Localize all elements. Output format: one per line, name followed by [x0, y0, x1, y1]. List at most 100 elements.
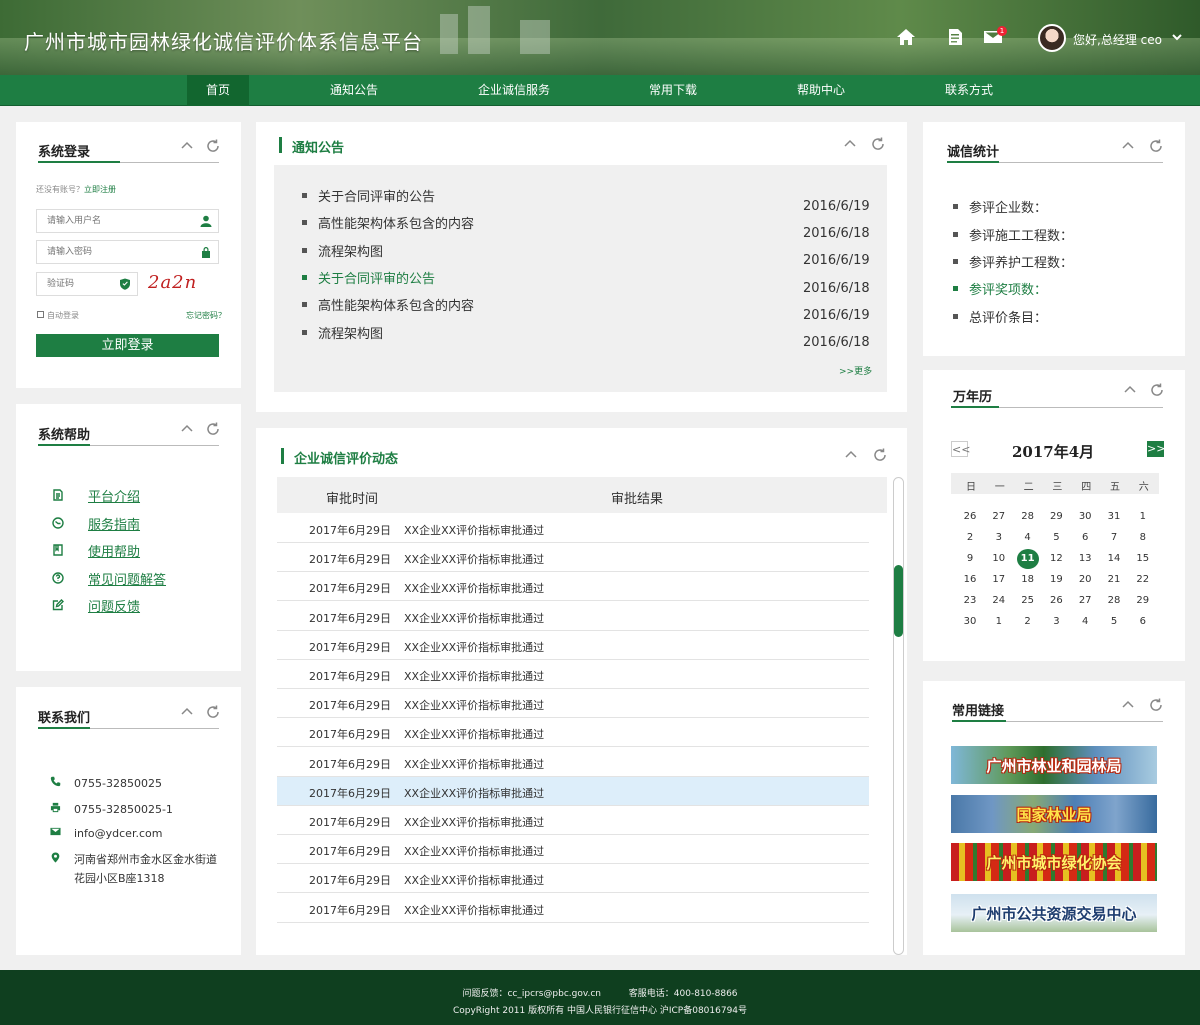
collapse-icon[interactable] — [842, 136, 858, 152]
table-row[interactable]: 2017年6月29日 XX企业XX评价指标审批通过 — [277, 514, 869, 543]
calendar-day[interactable]: 27 — [1074, 591, 1096, 611]
help-item-label[interactable]: 问题反馈 — [88, 596, 140, 615]
refresh-icon[interactable] — [870, 136, 886, 152]
nav-item-enterprise-service[interactable]: 企业诚信服务 — [466, 75, 562, 106]
help-item-faq[interactable]: 常见问题解答 — [52, 569, 166, 588]
calendar-day[interactable]: 15 — [1132, 549, 1154, 569]
avatar[interactable] — [1038, 24, 1066, 52]
calendar-day[interactable]: 18 — [1017, 570, 1039, 590]
collapse-icon[interactable] — [179, 421, 195, 437]
notice-item[interactable]: 高性能架构体系包含的内容 — [302, 213, 474, 232]
calendar-day[interactable]: 30 — [959, 612, 981, 632]
captcha-image[interactable]: 2a2n — [148, 272, 206, 298]
notice-item[interactable]: 流程架构图 — [302, 323, 383, 342]
register-link[interactable]: 立即注册 — [84, 185, 116, 194]
calendar-day[interactable]: 29 — [1132, 591, 1154, 611]
link-banner-public-resources[interactable]: 广州市公共资源交易中心 — [951, 894, 1157, 932]
link-banner-forestry-bureau[interactable]: 广州市林业和园林局 — [951, 746, 1157, 784]
calendar-day[interactable]: 6 — [1074, 528, 1096, 548]
help-item-label[interactable]: 使用帮助 — [88, 541, 140, 560]
login-button[interactable]: 立即登录 — [36, 334, 219, 357]
calendar-day[interactable]: 25 — [1017, 591, 1039, 611]
table-row[interactable]: 2017年6月29日 XX企业XX评价指标审批通过 — [277, 572, 869, 602]
nav-item-home[interactable]: 首页 — [187, 75, 249, 106]
table-row[interactable]: 2017年6月29日 XX企业XX评价指标审批通过 — [277, 806, 869, 835]
password-field[interactable] — [36, 240, 219, 264]
table-row[interactable]: 2017年6月29日 XX企业XX评价指标审批通过 — [277, 602, 869, 631]
link-banner-greening-association[interactable]: 广州市城市绿化协会 — [951, 843, 1157, 881]
calendar-day[interactable]: 3 — [988, 528, 1010, 548]
table-row[interactable]: 2017年6月29日 XX企业XX评价指标审批通过 — [277, 748, 869, 777]
help-item-usage-help[interactable]: 使用帮助 — [52, 541, 140, 560]
calendar-day[interactable]: 2 — [1017, 612, 1039, 632]
forgot-password-link[interactable]: 忘记密码？ — [186, 311, 226, 320]
help-item-platform-intro[interactable]: 平台介绍 — [52, 486, 140, 505]
calendar-day[interactable]: 9 — [959, 549, 981, 569]
calendar-day[interactable]: 4 — [1017, 528, 1039, 548]
calendar-day[interactable]: 20 — [1074, 570, 1096, 590]
help-item-service-guide[interactable]: 服务指南 — [52, 514, 140, 533]
calendar-day[interactable]: 22 — [1132, 570, 1154, 590]
stat-label[interactable]: 参评奖项数： — [969, 279, 1047, 298]
link-banner-text[interactable]: 广州市公共资源交易中心 — [971, 903, 1136, 924]
calendar-day[interactable]: 16 — [959, 570, 981, 590]
calendar-day[interactable]: 6 — [1132, 612, 1154, 632]
calendar-day[interactable]: 24 — [988, 591, 1010, 611]
refresh-icon[interactable] — [1148, 138, 1164, 154]
calendar-day[interactable]: 17 — [988, 570, 1010, 590]
document-icon[interactable] — [944, 26, 966, 48]
notice-title[interactable]: 关于合同评审的公告 — [318, 186, 435, 205]
help-item-label[interactable]: 平台介绍 — [88, 486, 140, 505]
calendar-day[interactable]: 13 — [1074, 549, 1096, 569]
calendar-day[interactable]: 23 — [959, 591, 981, 611]
remember-checkbox[interactable] — [37, 311, 44, 318]
scrollbar-thumb[interactable] — [894, 565, 903, 637]
table-row[interactable]: 2017年6月29日 XX企业XX评价指标审批通过 — [277, 894, 869, 923]
link-banner-text[interactable]: 国家林业局 — [1016, 804, 1091, 825]
calendar-day[interactable]: 1 — [988, 612, 1010, 632]
user-greeting[interactable]: 您好,总经理 ceo — [1073, 31, 1162, 48]
calendar-day[interactable]: 29 — [1045, 507, 1067, 527]
notice-title[interactable]: 关于合同评审的公告 — [318, 268, 435, 287]
nav-item-downloads[interactable]: 常用下载 — [633, 75, 713, 106]
calendar-day[interactable]: 31 — [1103, 507, 1125, 527]
help-item-label[interactable]: 常见问题解答 — [88, 569, 166, 588]
link-banner-national-forestry[interactable]: 国家林业局 — [951, 795, 1157, 833]
calendar-day[interactable]: 26 — [959, 507, 981, 527]
calendar-day[interactable]: 5 — [1045, 528, 1067, 548]
calendar-day[interactable]: 19 — [1045, 570, 1067, 590]
calendar-day[interactable]: 14 — [1103, 549, 1125, 569]
notice-item[interactable]: 流程架构图 — [302, 241, 383, 260]
table-row[interactable]: 2017年6月29日 XX企业XX评价指标审批通过 — [277, 543, 869, 573]
help-item-label[interactable]: 服务指南 — [88, 514, 140, 533]
home-icon[interactable] — [895, 26, 917, 48]
column-header-time[interactable]: 审批时间 — [326, 488, 378, 507]
table-row[interactable]: 2017年6月29日 XX企业XX评价指标审批通过 — [277, 660, 869, 689]
collapse-icon[interactable] — [179, 704, 195, 720]
calendar-day[interactable]: 30 — [1074, 507, 1096, 527]
notice-item[interactable]: 高性能架构体系包含的内容 — [302, 295, 474, 314]
username-input[interactable] — [37, 210, 218, 232]
notice-title[interactable]: 高性能架构体系包含的内容 — [318, 213, 474, 232]
notice-title[interactable]: 流程架构图 — [318, 323, 383, 342]
chevron-down-icon[interactable] — [1170, 30, 1184, 44]
collapse-icon[interactable] — [1122, 382, 1138, 398]
calendar-day[interactable]: 12 — [1045, 549, 1067, 569]
notice-title[interactable]: 高性能架构体系包含的内容 — [318, 295, 474, 314]
calendar-day[interactable]: 4 — [1074, 612, 1096, 632]
calendar-prev-button[interactable]: << — [951, 441, 970, 457]
refresh-icon[interactable] — [205, 138, 221, 154]
table-row-selected[interactable]: 2017年6月29日 XX企业XX评价指标审批通过 — [277, 776, 869, 806]
table-row[interactable]: 2017年6月29日 XX企业XX评价指标审批通过 — [277, 689, 869, 719]
collapse-icon[interactable] — [179, 138, 195, 154]
calendar-day[interactable]: 2 — [959, 528, 981, 548]
column-header-result[interactable]: 审批结果 — [611, 488, 663, 507]
calendar-day[interactable]: 5 — [1103, 612, 1125, 632]
refresh-icon[interactable] — [872, 447, 888, 463]
notice-title[interactable]: 流程架构图 — [318, 241, 383, 260]
refresh-icon[interactable] — [205, 421, 221, 437]
notice-item-hover[interactable]: 关于合同评审的公告 — [302, 268, 435, 287]
refresh-icon[interactable] — [205, 704, 221, 720]
calendar-day[interactable]: 21 — [1103, 570, 1125, 590]
stat-awards[interactable]: 参评奖项数： — [953, 279, 1047, 298]
